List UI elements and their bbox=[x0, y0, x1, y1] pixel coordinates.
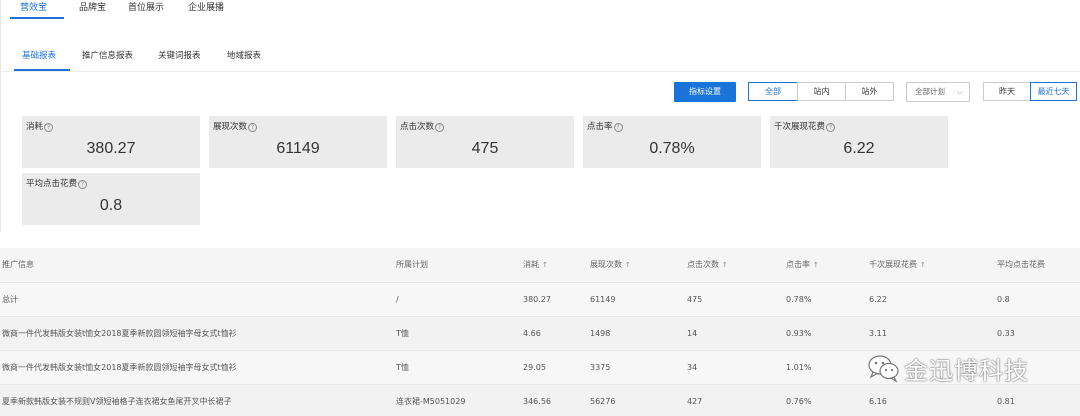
cell-plan[interactable]: 连衣裙-M5051029 bbox=[396, 385, 465, 416]
metric-card-impressions: 展现次数? 61149 bbox=[209, 116, 387, 168]
sort-icon[interactable]: ↑ bbox=[722, 261, 728, 269]
tab-keyword-report[interactable]: 关键词报表 bbox=[158, 49, 201, 61]
col-header-cpm[interactable]: 千次展现花费 ↑ bbox=[869, 248, 926, 282]
table-row: 总计 / 380.27 61149 475 0.78% 6.22 0.8 bbox=[0, 282, 1080, 316]
product-tabs: 营效宝 品牌宝 首位展示 企业展播 bbox=[0, 0, 1080, 20]
col-header-cpc: 平均点击花费 bbox=[997, 260, 1045, 269]
cell-spend: 4.66 bbox=[523, 329, 541, 338]
metric-value: 6.22 bbox=[843, 140, 875, 157]
divider bbox=[0, 71, 1080, 72]
metric-value: 0.78% bbox=[649, 140, 695, 157]
indicator-settings-button[interactable]: 指标设置 bbox=[674, 82, 736, 102]
tab-shouwei[interactable]: 首位展示 bbox=[128, 0, 164, 13]
cell-spend: 380.27 bbox=[523, 295, 551, 304]
metric-value: 0.8 bbox=[99, 197, 123, 214]
scope-offsite-button[interactable]: 站外 bbox=[845, 82, 894, 101]
metric-label: 消耗 bbox=[26, 122, 44, 132]
cell-cpc: 0.81 bbox=[997, 397, 1015, 406]
cell-clicks: 34 bbox=[687, 363, 698, 372]
tab-promo-report[interactable]: 推广信息报表 bbox=[82, 49, 133, 61]
tab-pinpaibao[interactable]: 品牌宝 bbox=[79, 0, 106, 13]
cell-ctr: 0.78% bbox=[786, 295, 812, 304]
help-icon[interactable]: ? bbox=[435, 123, 445, 132]
cell-impressions: 61149 bbox=[590, 295, 616, 304]
help-icon[interactable]: ? bbox=[44, 123, 54, 132]
cell-plan: / bbox=[396, 295, 399, 304]
table-row: 夏季新款韩版女装不规则V领短袖格子连衣裙女鱼尾开叉中长裙子 连衣裙-M50510… bbox=[0, 384, 1080, 416]
cell-spend: 346.56 bbox=[523, 397, 551, 406]
help-icon[interactable]: ? bbox=[248, 123, 258, 132]
cell-ctr: 0.76% bbox=[786, 397, 812, 406]
panel-border bbox=[0, 0, 1, 232]
watermark-text: 金迅博科技 bbox=[904, 356, 1029, 385]
col-header-impressions[interactable]: 展现次数 ↑ bbox=[590, 248, 631, 282]
cell-plan[interactable]: T恤 bbox=[396, 351, 409, 385]
help-icon[interactable]: ? bbox=[613, 123, 623, 132]
chevron-down-icon: ⌵ bbox=[956, 87, 963, 96]
col-header-promo-info: 推广信息 bbox=[2, 260, 34, 269]
cell-promo-info[interactable]: 夏季新款韩版女装不规则V领短袖格子连衣裙女鱼尾开叉中长裙子 bbox=[2, 385, 231, 416]
metric-label: 点击率 bbox=[587, 122, 613, 132]
metric-card-clicks: 点击次数? 475 bbox=[396, 116, 574, 168]
metric-label: 展现次数 bbox=[213, 122, 248, 132]
tab-yingxiaobao[interactable]: 营效宝 bbox=[20, 0, 47, 13]
cell-clicks: 427 bbox=[687, 397, 703, 406]
help-icon[interactable]: ? bbox=[78, 180, 88, 189]
help-icon[interactable]: ? bbox=[826, 123, 836, 132]
col-header-plan: 所属计划 bbox=[396, 260, 428, 269]
metric-card-cpm: 千次展现花费? 6.22 bbox=[770, 116, 948, 168]
sort-icon[interactable]: ↑ bbox=[813, 261, 819, 269]
wechat-icon bbox=[866, 353, 900, 383]
cell-impressions: 3375 bbox=[590, 363, 611, 372]
metric-label: 平均点击花费 bbox=[26, 179, 78, 189]
scope-all-button[interactable]: 全部 bbox=[748, 82, 798, 101]
table-header: 推广信息 所属计划 消耗 ↑ 展现次数 ↑ 点击次数 ↑ 点击率 ↑ 千次展现花费 ↑ 平… bbox=[0, 248, 1080, 282]
cell-promo-info[interactable]: 微商一件代发韩版女装t恤女2018夏季新款圆领短袖字母女式t恤衫 bbox=[2, 317, 237, 351]
metric-card-cpc: 平均点击花费? 0.8 bbox=[22, 173, 200, 225]
plan-select[interactable]: 全部计划 ⌵ bbox=[906, 82, 970, 102]
sort-icon[interactable]: ↑ bbox=[920, 261, 926, 269]
date-last7-button[interactable]: 最近七天 bbox=[1030, 82, 1077, 101]
col-header-clicks[interactable]: 点击次数 ↑ bbox=[687, 248, 728, 282]
tab-basic-report[interactable]: 基础报表 bbox=[22, 49, 56, 61]
cell-cpm: 6.22 bbox=[869, 295, 887, 304]
metric-value: 475 bbox=[471, 140, 499, 157]
metric-value: 61149 bbox=[276, 140, 320, 157]
cell-spend: 29.05 bbox=[523, 363, 546, 372]
cell-promo-info: 总计 bbox=[2, 295, 18, 304]
cell-plan[interactable]: T恤 bbox=[396, 317, 409, 351]
tab-qiyezhanbo[interactable]: 企业展播 bbox=[188, 0, 224, 13]
cell-impressions: 56276 bbox=[590, 397, 616, 406]
sort-icon[interactable]: ↑ bbox=[625, 261, 631, 269]
cell-cpc: 0.33 bbox=[997, 329, 1015, 338]
table-row: 微商一件代发韩版女装t恤女2018夏季新款圆领短袖字母女式t恤衫 T恤 4.66… bbox=[0, 316, 1080, 350]
metric-card-spend: 消耗? 380.27 bbox=[22, 116, 200, 168]
metric-label: 点击次数 bbox=[400, 122, 435, 132]
date-yesterday-button[interactable]: 昨天 bbox=[983, 82, 1031, 101]
metric-card-ctr: 点击率? 0.78% bbox=[583, 116, 761, 168]
metric-label: 千次展现花费 bbox=[774, 122, 826, 132]
cell-ctr: 1.01% bbox=[786, 363, 812, 372]
active-tab-indicator bbox=[10, 17, 64, 19]
cell-cpc: 0.8 bbox=[997, 295, 1010, 304]
col-header-spend[interactable]: 消耗 ↑ bbox=[523, 248, 548, 282]
cell-impressions: 1498 bbox=[590, 329, 611, 338]
sort-icon[interactable]: ↑ bbox=[542, 261, 548, 269]
cell-promo-info[interactable]: 微商一件代发韩版女装t恤女2018夏季新款圆领短袖字母女式t恤衫 bbox=[2, 351, 237, 385]
tab-region-report[interactable]: 地域报表 bbox=[227, 49, 261, 61]
cell-cpm: 3.11 bbox=[869, 329, 887, 338]
watermark: 金迅博科技 bbox=[866, 348, 1029, 388]
cell-cpm: 6.16 bbox=[869, 397, 887, 406]
metric-value: 380.27 bbox=[86, 140, 136, 157]
cell-ctr: 0.93% bbox=[786, 329, 812, 338]
plan-select-value: 全部计划 bbox=[915, 87, 945, 96]
cell-clicks: 475 bbox=[687, 295, 703, 304]
cell-clicks: 14 bbox=[687, 329, 698, 338]
scope-onsite-button[interactable]: 站内 bbox=[797, 82, 846, 101]
col-header-ctr[interactable]: 点击率 ↑ bbox=[786, 248, 819, 282]
